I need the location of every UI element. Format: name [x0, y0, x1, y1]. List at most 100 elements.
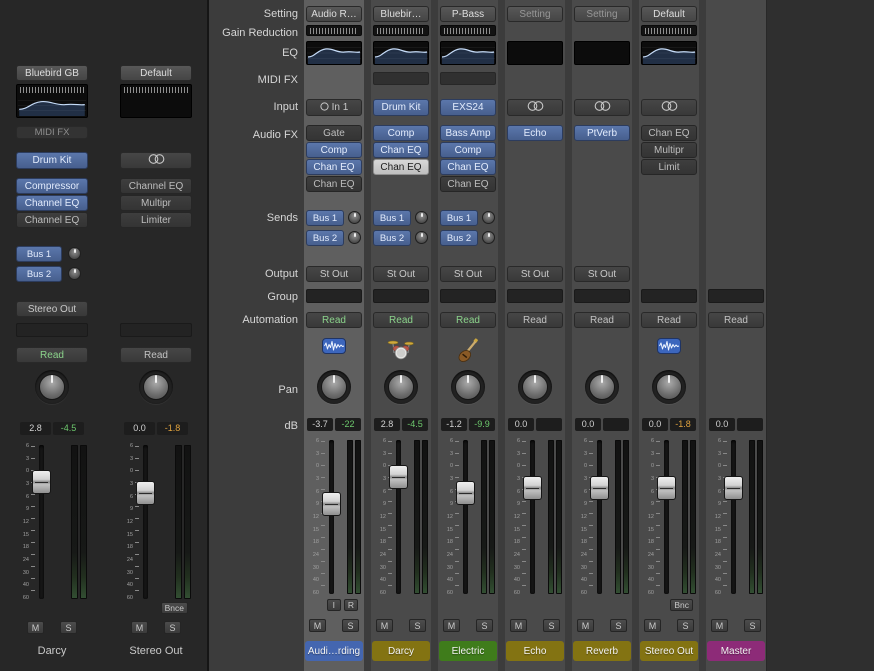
- setting-button[interactable]: Audio R…: [306, 6, 362, 22]
- pan-knob[interactable]: [35, 370, 69, 404]
- fx-slot-button[interactable]: Chan EQ: [306, 176, 362, 192]
- fader-cap[interactable]: [32, 470, 51, 494]
- fader-track[interactable]: [329, 440, 334, 594]
- peak-value[interactable]: [737, 418, 763, 431]
- fader-cap[interactable]: [322, 492, 341, 516]
- peak-value[interactable]: [603, 418, 629, 431]
- input-slot-button[interactable]: [507, 99, 563, 116]
- group-slot[interactable]: [440, 289, 496, 303]
- pan-knob[interactable]: [384, 370, 418, 404]
- fader-track[interactable]: [396, 440, 401, 594]
- track-name-label[interactable]: Audi…rding: [305, 641, 363, 661]
- fx-slot-button[interactable]: Chan EQ: [306, 159, 362, 175]
- send-level-knob[interactable]: [415, 231, 428, 244]
- input-slot-button[interactable]: [641, 99, 697, 116]
- fader-cap[interactable]: [657, 476, 676, 500]
- group-slot[interactable]: [373, 289, 429, 303]
- volume-value[interactable]: -3.7: [307, 418, 333, 431]
- automation-mode-button[interactable]: Read: [641, 312, 697, 328]
- peak-value[interactable]: -4.5: [402, 418, 428, 431]
- fader-track[interactable]: [664, 440, 669, 594]
- automation-mode-button[interactable]: Read: [507, 312, 563, 328]
- mute-button[interactable]: M: [376, 619, 393, 632]
- group-slot[interactable]: [708, 289, 764, 303]
- send-level-knob[interactable]: [348, 231, 361, 244]
- fx-slot-button[interactable]: Limiter: [120, 212, 192, 228]
- fader-track[interactable]: [463, 440, 468, 594]
- pan-knob[interactable]: [585, 370, 619, 404]
- volume-value[interactable]: 2.8: [20, 422, 51, 435]
- bounce-button[interactable]: Bnce: [161, 602, 188, 614]
- fx-slot-button[interactable]: Comp: [306, 142, 362, 158]
- volume-value[interactable]: 0.0: [124, 422, 155, 435]
- fader-cap[interactable]: [136, 481, 155, 505]
- output-slot-button[interactable]: St Out: [440, 266, 496, 282]
- fx-slot-button[interactable]: Chan EQ: [373, 142, 429, 158]
- send-bus-button[interactable]: Bus 1: [16, 246, 62, 262]
- volume-value[interactable]: -1.2: [441, 418, 467, 431]
- solo-button[interactable]: S: [60, 621, 77, 634]
- eq-display[interactable]: [16, 84, 88, 118]
- group-slot[interactable]: [16, 323, 88, 337]
- fx-slot-button[interactable]: Compressor: [16, 178, 88, 194]
- fader-cap[interactable]: [523, 476, 542, 500]
- automation-mode-button[interactable]: Read: [708, 312, 764, 328]
- volume-value[interactable]: 2.8: [374, 418, 400, 431]
- fader-track[interactable]: [597, 440, 602, 594]
- peak-value[interactable]: -1.8: [670, 418, 696, 431]
- input-monitor-button[interactable]: I: [327, 599, 341, 611]
- pan-knob[interactable]: [139, 370, 173, 404]
- peak-value[interactable]: [536, 418, 562, 431]
- track-name-label[interactable]: Darcy: [372, 641, 430, 661]
- setting-button[interactable]: P-Bass: [440, 6, 496, 22]
- setting-button[interactable]: Bluebir…: [373, 6, 429, 22]
- pan-knob[interactable]: [317, 370, 351, 404]
- solo-button[interactable]: S: [164, 621, 181, 634]
- midi-fx-slot[interactable]: MIDI FX: [16, 126, 88, 139]
- track-name-label[interactable]: Stereo Out: [640, 641, 698, 661]
- send-level-knob[interactable]: [68, 267, 81, 280]
- send-bus-button[interactable]: Bus 1: [440, 210, 478, 226]
- send-level-knob[interactable]: [482, 231, 495, 244]
- send-level-knob[interactable]: [415, 211, 428, 224]
- fader-cap[interactable]: [389, 465, 408, 489]
- send-bus-button[interactable]: Bus 2: [16, 266, 62, 282]
- peak-value[interactable]: -1.8: [157, 422, 188, 435]
- send-bus-button[interactable]: Bus 2: [306, 230, 344, 246]
- fx-slot-button[interactable]: Gate: [306, 125, 362, 141]
- eq-display[interactable]: [306, 41, 362, 65]
- send-bus-button[interactable]: Bus 1: [306, 210, 344, 226]
- fader-cap[interactable]: [590, 476, 609, 500]
- track-name-label[interactable]: Master: [707, 641, 765, 661]
- pan-knob[interactable]: [518, 370, 552, 404]
- output-slot-button[interactable]: St Out: [373, 266, 429, 282]
- automation-mode-button[interactable]: Read: [16, 347, 88, 363]
- mute-button[interactable]: M: [131, 621, 148, 634]
- mute-button[interactable]: M: [711, 619, 728, 632]
- eq-display[interactable]: [507, 41, 563, 65]
- group-slot[interactable]: [120, 323, 192, 337]
- track-name-label[interactable]: Reverb: [573, 641, 631, 661]
- volume-value[interactable]: 0.0: [709, 418, 735, 431]
- fx-slot-button[interactable]: Bass Amp: [440, 125, 496, 141]
- solo-button[interactable]: S: [543, 619, 560, 632]
- peak-value[interactable]: -22: [335, 418, 361, 431]
- midi-fx-slot[interactable]: [373, 72, 429, 85]
- fx-slot-button[interactable]: Multipr: [641, 142, 697, 158]
- instrument-slot-button[interactable]: Drum Kit: [16, 152, 88, 169]
- automation-mode-button[interactable]: Read: [574, 312, 630, 328]
- output-slot-button[interactable]: St Out: [507, 266, 563, 282]
- group-slot[interactable]: [641, 289, 697, 303]
- group-slot[interactable]: [306, 289, 362, 303]
- track-icon-waveform[interactable]: [322, 338, 346, 357]
- fader-track[interactable]: [530, 440, 535, 594]
- send-bus-button[interactable]: Bus 2: [440, 230, 478, 246]
- mute-button[interactable]: M: [27, 621, 44, 634]
- automation-mode-button[interactable]: Read: [373, 312, 429, 328]
- group-slot[interactable]: [507, 289, 563, 303]
- eq-display[interactable]: [574, 41, 630, 65]
- pan-knob[interactable]: [451, 370, 485, 404]
- solo-button[interactable]: S: [342, 619, 359, 632]
- fx-slot-button[interactable]: Comp: [440, 142, 496, 158]
- fx-slot-button[interactable]: Channel EQ: [16, 195, 88, 211]
